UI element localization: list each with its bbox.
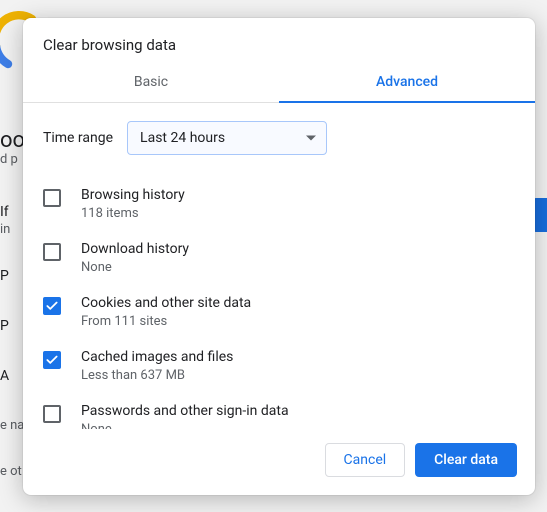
option-sub: Less than 637 MB bbox=[81, 368, 233, 383]
time-range-row: Time range Last 24 hours bbox=[43, 121, 515, 155]
option-cached: Cached images and files Less than 637 MB bbox=[43, 339, 515, 393]
option-title: Browsing history bbox=[81, 187, 185, 203]
checkbox-download-history[interactable] bbox=[43, 243, 61, 261]
checkbox-cookies[interactable] bbox=[43, 297, 61, 315]
option-sub: 118 items bbox=[81, 206, 185, 221]
checkbox-passwords[interactable] bbox=[43, 405, 61, 423]
checkbox-cached[interactable] bbox=[43, 351, 61, 369]
option-title: Cookies and other site data bbox=[81, 295, 251, 311]
clear-browsing-data-dialog: Clear browsing data Basic Advanced Time … bbox=[23, 18, 535, 495]
time-range-label: Time range bbox=[43, 130, 113, 146]
option-title: Passwords and other sign-in data bbox=[81, 403, 289, 419]
dialog-body: Time range Last 24 hours Browsing histor… bbox=[23, 103, 535, 429]
option-title: Download history bbox=[81, 241, 189, 257]
option-sub: None bbox=[81, 422, 289, 429]
dialog-title: Clear browsing data bbox=[23, 18, 535, 64]
option-title: Cached images and files bbox=[81, 349, 233, 365]
checkbox-browsing-history[interactable] bbox=[43, 189, 61, 207]
dialog-footer: Cancel Clear data bbox=[23, 429, 535, 495]
dialog-tabs: Basic Advanced bbox=[23, 64, 535, 103]
time-range-value: Last 24 hours bbox=[140, 130, 225, 146]
option-browsing-history: Browsing history 118 items bbox=[43, 177, 515, 231]
cancel-button[interactable]: Cancel bbox=[325, 443, 406, 477]
option-sub: None bbox=[81, 260, 189, 275]
option-sub: From 111 sites bbox=[81, 314, 251, 329]
tab-advanced[interactable]: Advanced bbox=[279, 64, 535, 102]
clear-data-button[interactable]: Clear data bbox=[415, 443, 517, 477]
time-range-select[interactable]: Last 24 hours bbox=[127, 121, 327, 155]
option-passwords: Passwords and other sign-in data None bbox=[43, 393, 515, 429]
option-cookies: Cookies and other site data From 111 sit… bbox=[43, 285, 515, 339]
option-download-history: Download history None bbox=[43, 231, 515, 285]
tab-basic[interactable]: Basic bbox=[23, 64, 279, 102]
chevron-down-icon bbox=[306, 136, 316, 141]
